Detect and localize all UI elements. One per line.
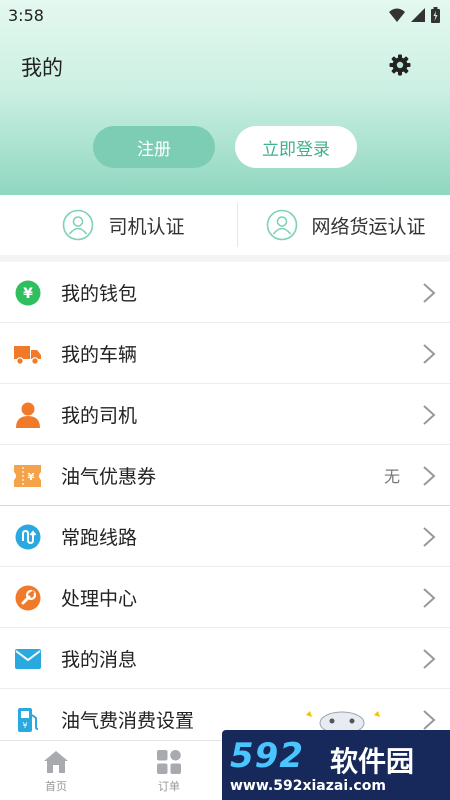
menu-item-label: 我的消息	[61, 648, 138, 671]
status-bar: 3:58	[0, 0, 450, 32]
svg-text:¥: ¥	[23, 286, 33, 302]
chevron-right-icon	[423, 344, 436, 364]
tab-home[interactable]: 首页	[28, 741, 84, 800]
game-controller-icon	[306, 711, 380, 733]
network-freight-certification[interactable]: 网络货运认证	[236, 203, 450, 247]
chevron-right-icon	[423, 710, 436, 730]
network-freight-certification-label: 网络货运认证	[311, 215, 426, 238]
tab-orders[interactable]: 订单	[141, 741, 197, 800]
menu-item-vehicles[interactable]: 我的车辆	[0, 323, 450, 384]
home-icon	[44, 751, 68, 773]
chevron-right-icon	[423, 283, 436, 303]
status-time: 3:58	[8, 6, 44, 25]
driver-certification-label: 司机认证	[108, 215, 185, 238]
fuel-pump-icon: ¥	[17, 707, 38, 732]
menu-item-value: 无	[383, 467, 400, 486]
menu-item-processing-center[interactable]: 处理中心	[0, 567, 450, 628]
settings-button[interactable]	[388, 53, 412, 77]
chevron-right-icon	[423, 588, 436, 608]
svg-text:¥: ¥	[22, 721, 27, 730]
mail-icon	[14, 648, 41, 669]
truck-icon	[14, 345, 41, 365]
battery-icon	[431, 7, 440, 23]
watermark-name: 软件园	[330, 745, 415, 778]
profile-menu: ¥ 我的钱包 我的车辆 我的司机 ¥ 油气优惠券 无 常跑线路 处理中心 我的消…	[0, 262, 450, 750]
person-circle-icon	[63, 209, 94, 241]
menu-item-frequent-routes[interactable]: 常跑线路	[0, 506, 450, 567]
menu-item-label: 我的钱包	[61, 282, 138, 305]
wifi-icon	[389, 8, 405, 22]
chevron-right-icon	[423, 527, 436, 547]
menu-item-label: 处理中心	[61, 587, 138, 610]
yuan-coin-icon: ¥	[15, 280, 40, 305]
grid-icon	[157, 750, 181, 774]
menu-item-drivers[interactable]: 我的司机	[0, 384, 450, 445]
menu-item-fuel-coupons[interactable]: ¥ 油气优惠券 无	[0, 445, 450, 506]
chevron-right-icon	[423, 649, 436, 669]
page-title: 我的	[21, 56, 63, 80]
chevron-right-icon	[423, 466, 436, 486]
register-button[interactable]: 注册	[93, 126, 215, 168]
profile-header: 3:58 我的 注册 立即登录	[0, 0, 450, 195]
person-circle-icon	[266, 209, 297, 241]
menu-item-label: 常跑线路	[61, 526, 138, 549]
certification-bar: 司机认证 网络货运认证	[0, 195, 450, 255]
menu-item-messages[interactable]: 我的消息	[0, 628, 450, 689]
wrench-icon	[15, 585, 40, 610]
status-icons	[389, 7, 440, 23]
svg-text:¥: ¥	[28, 472, 35, 483]
watermark-logo: 592 软件园 www.592xiazai.com	[222, 730, 450, 800]
watermark-brand: 592	[230, 736, 304, 776]
menu-item-label: 我的司机	[61, 404, 138, 427]
signal-icon	[411, 8, 425, 22]
menu-item-label: 油气费消费设置	[61, 709, 195, 732]
login-button[interactable]: 立即登录	[235, 126, 357, 168]
coupon-icon: ¥	[14, 464, 41, 487]
driver-certification[interactable]: 司机认证	[0, 195, 237, 255]
person-icon	[15, 402, 40, 428]
route-icon	[15, 524, 40, 549]
menu-item-label: 我的车辆	[61, 343, 138, 366]
watermark-url: www.592xiazai.com	[230, 778, 386, 794]
tab-home-label: 首页	[45, 780, 67, 793]
tab-orders-label: 订单	[158, 780, 180, 793]
menu-item-label: 油气优惠券	[61, 465, 157, 488]
menu-item-wallet[interactable]: ¥ 我的钱包	[0, 262, 450, 323]
gear-icon	[389, 54, 411, 76]
chevron-right-icon	[423, 405, 436, 425]
